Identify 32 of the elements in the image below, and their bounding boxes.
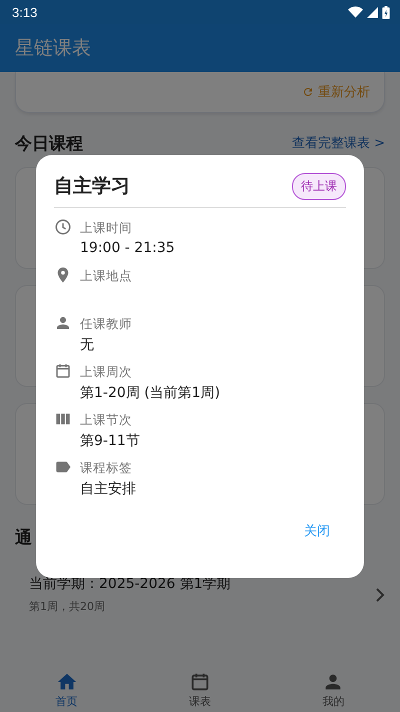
nav-tab[interactable]: 首页 (0, 668, 134, 712)
field-value: 自主安排 (80, 480, 136, 498)
close-button[interactable]: 关闭 (300, 518, 334, 544)
section-title: 今日课程 (15, 132, 83, 154)
dialog-title: 自主学习 (54, 174, 130, 199)
chevron-right-icon (375, 588, 385, 602)
full-schedule-link[interactable]: 查看完整课表 > (292, 134, 385, 152)
nav-tab[interactable]: 课表 (133, 668, 267, 712)
signal-icon (367, 6, 378, 18)
app-title: 星链课表 (15, 36, 91, 61)
wifi-icon (348, 6, 363, 18)
field-value: 第9-11节 (80, 432, 140, 450)
field-label: 上课周次 (80, 364, 133, 381)
field-label: 上课节次 (80, 412, 133, 429)
battery-icon (382, 6, 390, 18)
person-icon (54, 314, 72, 332)
nav-tab[interactable]: 我的 (266, 668, 400, 712)
field-value: 第1-20周 (当前第1周) (80, 384, 220, 402)
calendar-icon (54, 362, 72, 380)
field-label: 上课时间 (80, 220, 133, 237)
status-badge: 待上课 (292, 172, 346, 200)
clock-icon (54, 218, 72, 236)
refresh-icon (302, 86, 314, 98)
field-value: 19:00 - 21:35 (80, 240, 175, 256)
field-label: 课程标签 (80, 460, 133, 477)
section-title: 通 (15, 526, 32, 548)
status-time: 3:13 (12, 4, 38, 20)
reanalyze-button[interactable]: 重新分析 (302, 83, 370, 101)
semester-weeks: 第1周，共20周 (29, 599, 106, 614)
field-value: 无 (80, 336, 95, 354)
field-label: 上课地点 (80, 268, 132, 285)
field-label: 任课教师 (80, 316, 132, 333)
